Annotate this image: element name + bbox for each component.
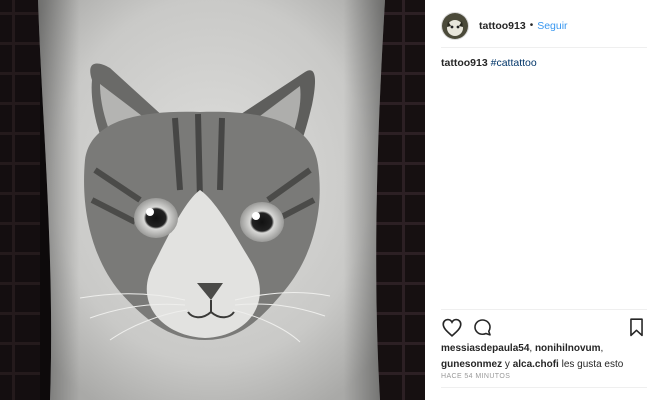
- post-timestamp[interactable]: HACE 54 MINUTOS: [441, 373, 510, 380]
- like-user[interactable]: nonihilnovum: [535, 343, 601, 354]
- caption-username[interactable]: tattoo913: [441, 57, 488, 69]
- post-caption: tattoo913 #cattattoo: [441, 57, 537, 69]
- heart-icon[interactable]: [441, 317, 463, 339]
- action-bar: [441, 309, 647, 345]
- header-username[interactable]: tattoo913: [479, 20, 526, 32]
- post-photo[interactable]: [0, 0, 425, 400]
- avatar-image: [442, 12, 468, 39]
- likes-suffix: les gusta esto: [558, 359, 624, 370]
- post-side-panel: tattoo913 • Seguir tattoo913 #cattattoo …: [425, 0, 660, 400]
- likes-text: messiasdepaula54, nonihilnovum, gunesonm…: [441, 341, 651, 373]
- header-separator: •: [529, 20, 534, 31]
- divider: [441, 387, 647, 388]
- bookmark-icon[interactable]: [625, 317, 647, 339]
- like-user[interactable]: gunesonmez: [441, 359, 502, 370]
- cat-tattoo-photo: [0, 0, 425, 400]
- comment-icon[interactable]: [471, 317, 493, 339]
- likes-separator: y: [502, 359, 513, 370]
- follow-button[interactable]: Seguir: [537, 20, 567, 32]
- caption-hashtag[interactable]: #cattattoo: [491, 57, 537, 69]
- likes-separator: ,: [600, 343, 604, 354]
- post-header: tattoo913 • Seguir: [441, 4, 647, 48]
- like-user[interactable]: messiasdepaula54: [441, 343, 529, 354]
- avatar[interactable]: [441, 11, 469, 40]
- like-user[interactable]: alca.chofi: [513, 359, 559, 370]
